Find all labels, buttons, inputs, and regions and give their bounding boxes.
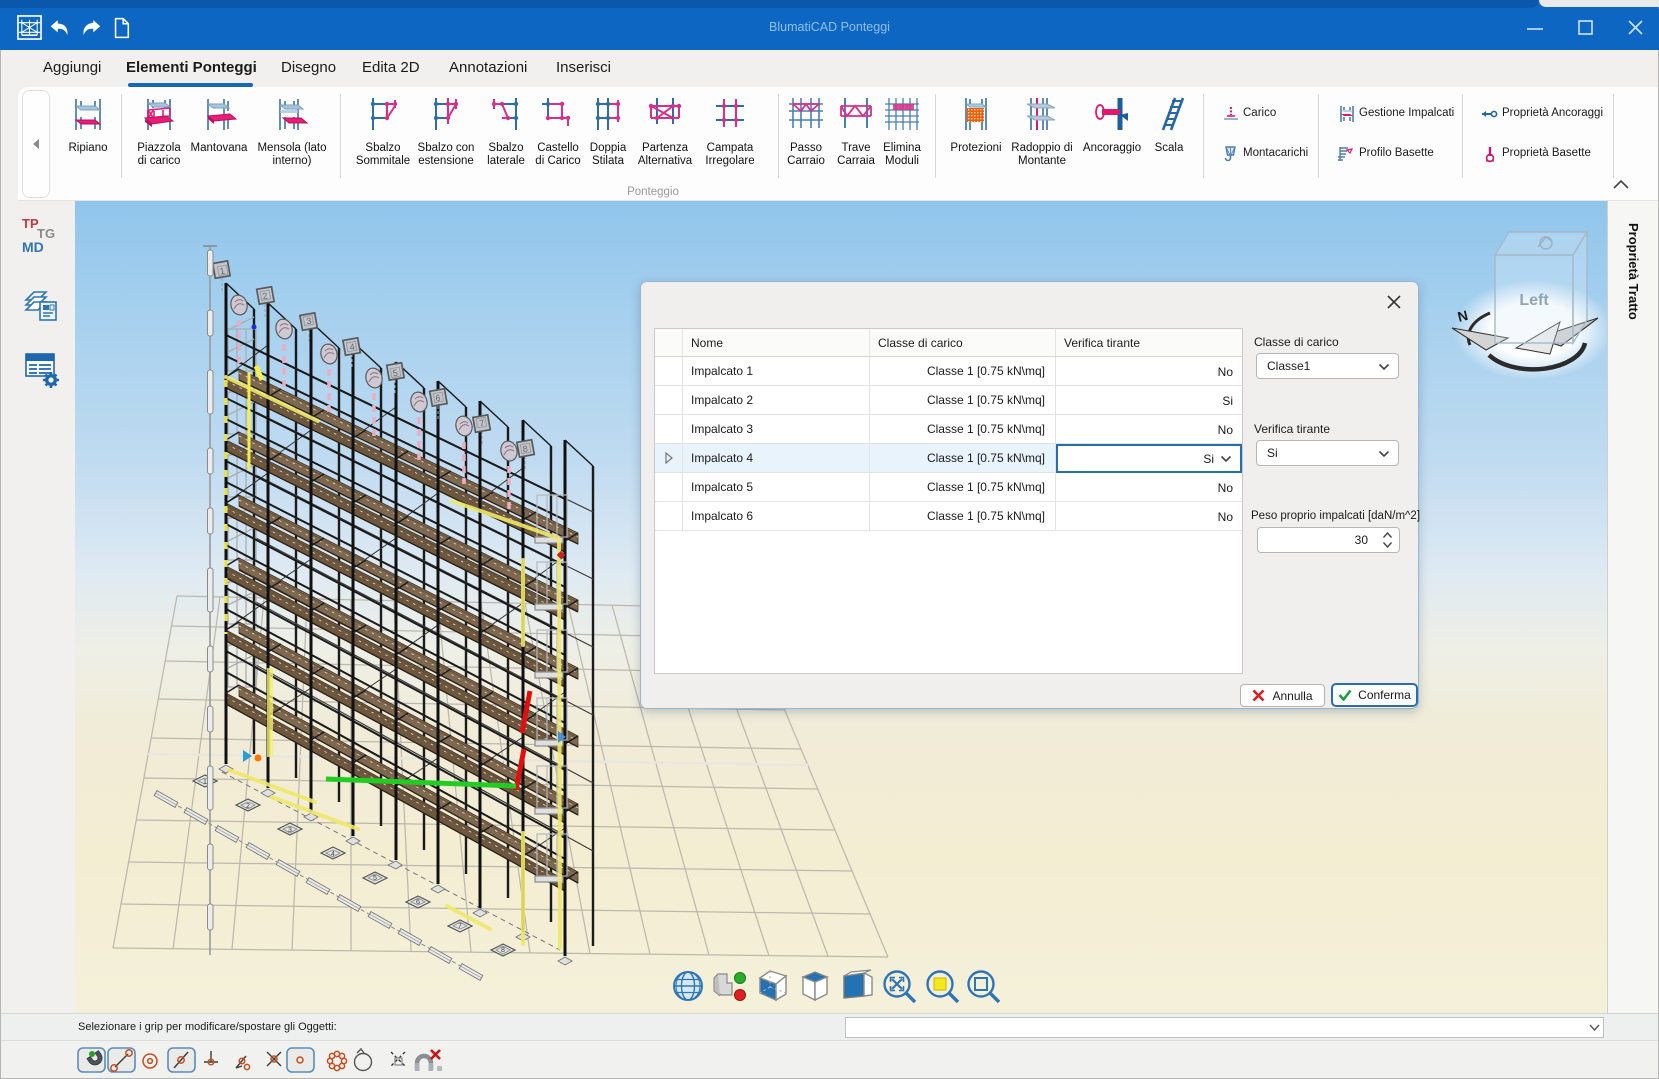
svg-text:2: 2 xyxy=(246,803,250,810)
svg-text:4: 4 xyxy=(331,851,335,858)
svg-text:5: 5 xyxy=(373,875,377,882)
svg-text:7: 7 xyxy=(458,923,462,930)
svg-text:6: 6 xyxy=(416,899,420,906)
svg-text:1: 1 xyxy=(203,779,207,786)
svg-text:8: 8 xyxy=(501,947,505,954)
svg-text:3: 3 xyxy=(288,827,292,834)
svg-text:Left: Left xyxy=(1519,292,1549,309)
